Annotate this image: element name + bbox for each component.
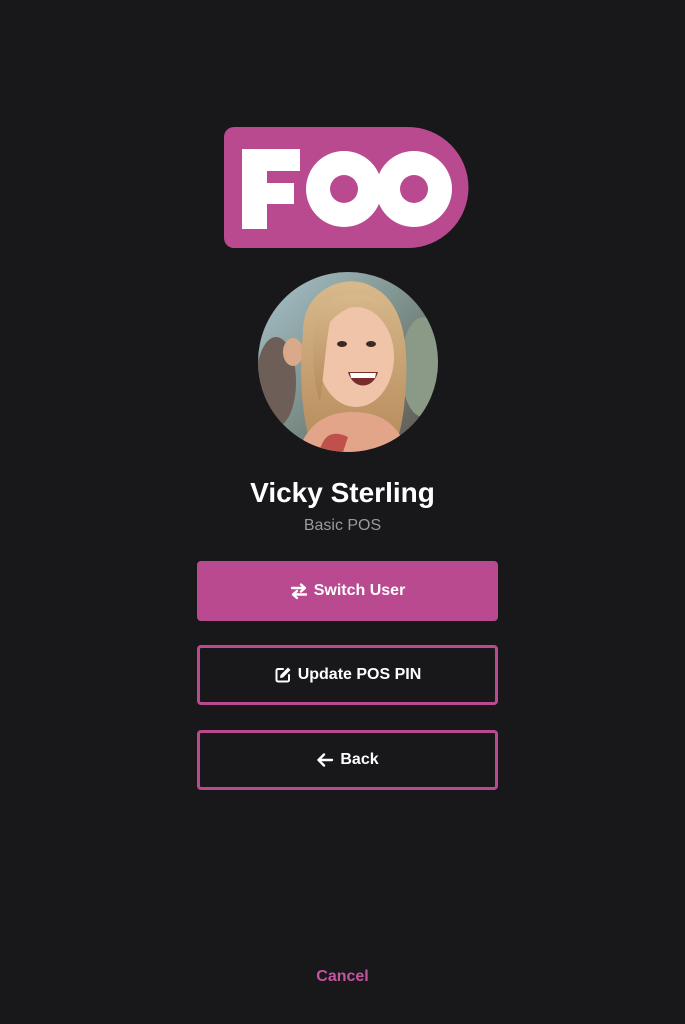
user-name: Vicky Sterling bbox=[250, 477, 435, 508]
foo-logo bbox=[224, 127, 469, 248]
swap-arrows-icon bbox=[290, 582, 308, 600]
user-role: Basic POS bbox=[303, 517, 382, 534]
arrow-left-icon bbox=[316, 751, 334, 769]
update-pos-pin-button[interactable]: Update POS PIN bbox=[197, 645, 498, 705]
edit-icon bbox=[274, 666, 292, 684]
avatar bbox=[258, 272, 438, 452]
pos-user-screen: Vicky Sterling Basic POS Switch User Upd… bbox=[0, 0, 685, 1024]
update-pos-pin-label: Update POS PIN bbox=[297, 666, 422, 683]
back-button[interactable]: Back bbox=[197, 730, 498, 790]
back-label: Back bbox=[340, 751, 379, 768]
cancel-link[interactable]: Cancel bbox=[0, 966, 685, 988]
switch-user-button[interactable]: Switch User bbox=[197, 561, 498, 621]
switch-user-label: Switch User bbox=[313, 582, 406, 599]
